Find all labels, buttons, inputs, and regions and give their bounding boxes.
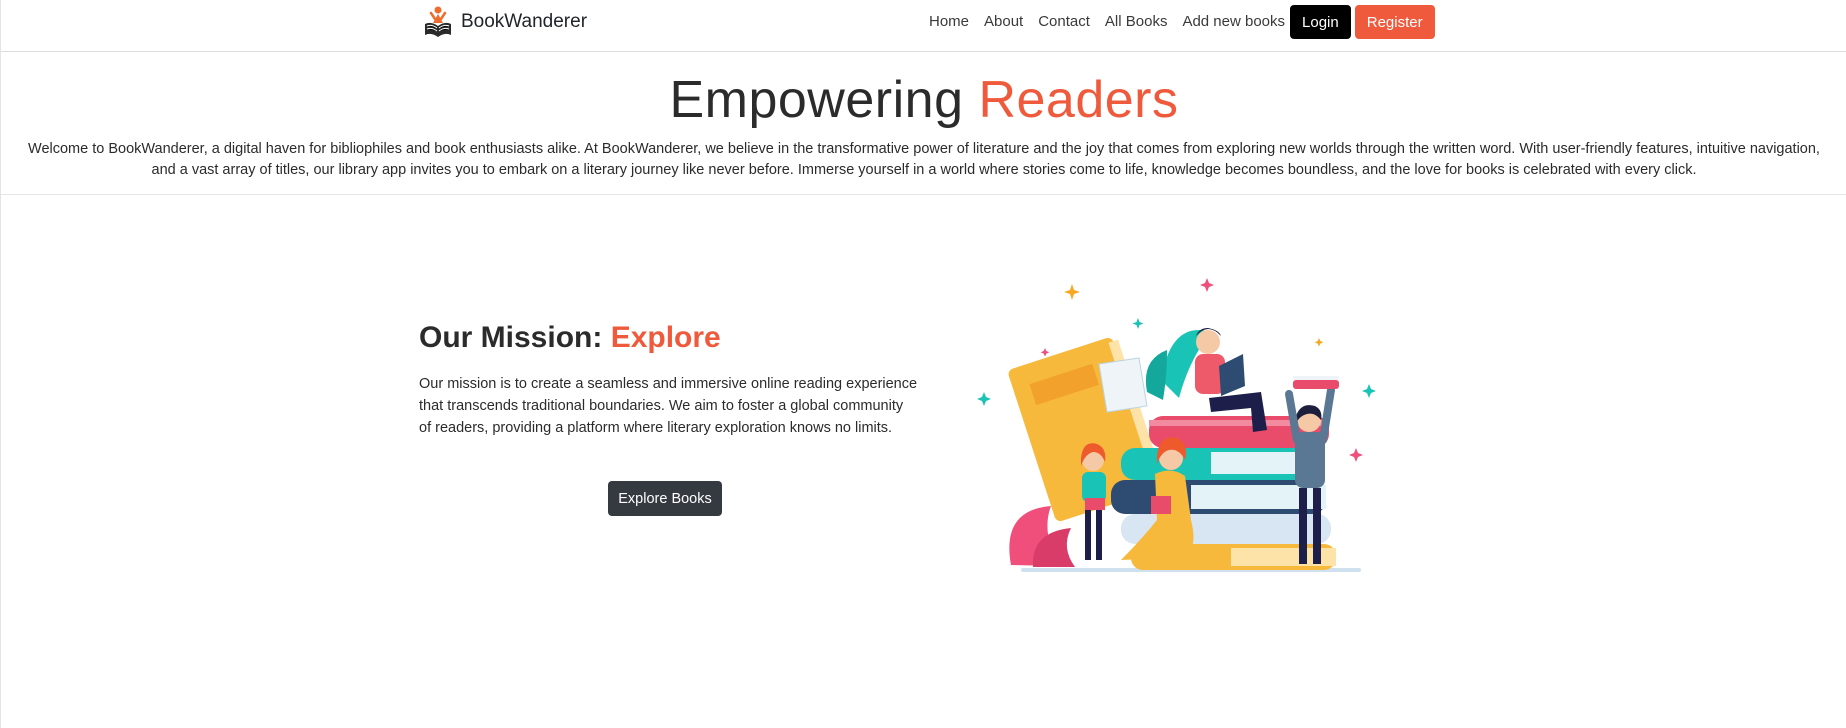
nav-contact[interactable]: Contact bbox=[1038, 5, 1090, 39]
brand-name: BookWanderer bbox=[461, 11, 588, 32]
nav-add-new-books[interactable]: Add new books bbox=[1182, 5, 1285, 39]
hero-title-main: Empowering bbox=[669, 71, 964, 129]
readers-with-books-illustration bbox=[977, 278, 1376, 572]
nav-links: Home About Contact All Books Add new boo… bbox=[929, 5, 1435, 39]
nav-all-books[interactable]: All Books bbox=[1105, 5, 1168, 39]
navbar: BookWanderer Home About Contact All Book… bbox=[1, 0, 1846, 52]
hero-title-accent: Readers bbox=[978, 71, 1179, 129]
hero-title: Empowering Readers bbox=[1, 70, 1846, 130]
mission-text: Our mission is to create a seamless and … bbox=[419, 376, 918, 436]
brand[interactable]: BookWanderer bbox=[421, 4, 587, 40]
mission-title: Our Mission: Explore bbox=[419, 321, 721, 355]
mission-title-accent: Explore bbox=[610, 321, 721, 354]
hero-section: Empowering Readers Welcome to BookWander… bbox=[1, 52, 1846, 195]
reader-logo-icon bbox=[425, 6, 451, 37]
hero-description: Welcome to BookWanderer, a digital haven… bbox=[28, 141, 1820, 178]
login-button[interactable]: Login bbox=[1290, 5, 1351, 39]
nav-home[interactable]: Home bbox=[929, 5, 969, 39]
mission-title-main: Our Mission: bbox=[419, 321, 603, 354]
nav-about[interactable]: About bbox=[984, 5, 1023, 39]
explore-books-button[interactable]: Explore Books bbox=[608, 481, 722, 516]
register-button[interactable]: Register bbox=[1354, 5, 1435, 39]
page: BookWanderer Home About Contact All Book… bbox=[0, 0, 1846, 728]
